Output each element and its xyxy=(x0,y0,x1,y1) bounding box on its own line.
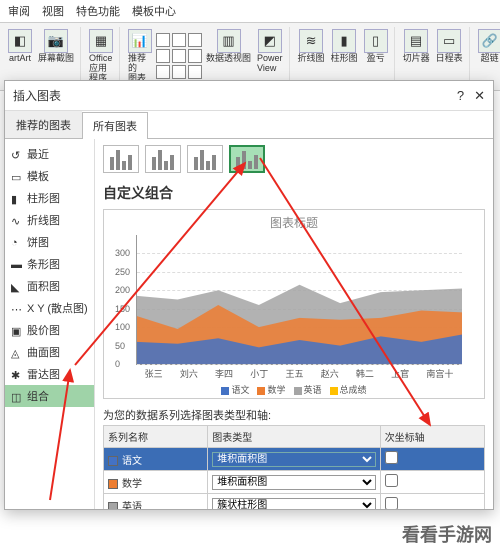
chart-type-icon[interactable] xyxy=(188,33,202,47)
sidebar-item-7[interactable]: ⋯X Y (散点图) xyxy=(5,297,94,319)
series-row-2[interactable]: 英语 簇状柱形图 xyxy=(104,494,485,510)
plot-area: 050100150200250300 xyxy=(136,235,462,365)
sparkline-line-button[interactable]: ≋折线图 xyxy=(296,27,327,66)
link-icon: 🔗 xyxy=(478,29,500,53)
category-icon: ◬ xyxy=(11,347,23,357)
series-row-1[interactable]: 数学 堆积面积图 xyxy=(104,471,485,494)
sidebar-item-8[interactable]: ▣股价图 xyxy=(5,319,94,341)
tab-review[interactable]: 审阅 xyxy=(8,3,30,19)
slicer-button[interactable]: ▤切片器 xyxy=(401,27,432,66)
col-series-name: 系列名称 xyxy=(104,426,208,448)
series-color-swatch xyxy=(108,456,118,466)
category-icon: ◣ xyxy=(11,281,23,291)
category-icon: ◔ xyxy=(11,237,23,247)
secondary-axis-checkbox[interactable] xyxy=(385,451,398,464)
secondary-axis-checkbox[interactable] xyxy=(385,474,398,487)
combo-subtype-0[interactable] xyxy=(103,145,139,173)
category-icon: ▮ xyxy=(11,193,23,203)
apps-icon: ▦ xyxy=(89,29,113,53)
camera-icon: 📷 xyxy=(44,29,68,53)
series-color-swatch xyxy=(108,479,118,489)
powerview-button[interactable]: ◩Power View xyxy=(255,27,285,86)
chart-legend: 语文数学英语总成绩 xyxy=(110,383,478,396)
tab-recommended[interactable]: 推荐的图表 xyxy=(5,111,82,138)
column-icon: ▮ xyxy=(332,29,356,53)
dialog-title: 插入图表 xyxy=(13,87,61,104)
chart-type-icon[interactable] xyxy=(156,65,170,79)
series-color-swatch xyxy=(108,502,118,509)
sidebar-item-1[interactable]: ▭模板 xyxy=(5,165,94,187)
tab-view[interactable]: 视图 xyxy=(42,3,64,19)
sidebar-item-5[interactable]: ▬条形图 xyxy=(5,253,94,275)
tab-templates[interactable]: 模板中心 xyxy=(132,3,176,19)
col-chart-type: 图表类型 xyxy=(208,426,380,448)
sidebar-item-3[interactable]: ∿折线图 xyxy=(5,209,94,231)
close-button[interactable]: ✕ xyxy=(474,88,485,104)
smartart-icon: ◧ xyxy=(8,29,32,53)
sidebar-item-6[interactable]: ◣面积图 xyxy=(5,275,94,297)
combo-subtype-2[interactable] xyxy=(187,145,223,173)
powerview-icon: ◩ xyxy=(258,29,282,53)
series-table: 系列名称 图表类型 次坐标轴 语文 堆积面积图 数学 堆积面积图 英语 簇状柱形… xyxy=(103,425,485,509)
sidebar-item-2[interactable]: ▮柱形图 xyxy=(5,187,94,209)
category-icon: ▣ xyxy=(11,325,23,335)
sidebar-item-9[interactable]: ◬曲面图 xyxy=(5,341,94,363)
chart-type-icon[interactable] xyxy=(156,33,170,47)
office-apps-button[interactable]: ▦Office 应用程序 xyxy=(87,27,115,86)
series-instruction: 为您的数据系列选择图表类型和轴: xyxy=(103,407,485,423)
chart-preview: 图表标题 050100150200250300 张三刘六李四小丁王五赵六韩二上官… xyxy=(103,209,485,399)
series-row-0[interactable]: 语文 堆积面积图 xyxy=(104,448,485,471)
secondary-axis-checkbox[interactable] xyxy=(385,497,398,509)
category-icon: ↺ xyxy=(11,149,23,159)
series-type-select[interactable]: 簇状柱形图 xyxy=(212,498,375,510)
sidebar-item-0[interactable]: ↺最近 xyxy=(5,143,94,165)
insert-chart-dialog: 插入图表 ? ✕ 推荐的图表 所有图表 ↺最近▭模板▮柱形图∿折线图◔饼图▬条形… xyxy=(4,80,494,510)
chart-type-icon[interactable] xyxy=(156,49,170,63)
dialog-tabs: 推荐的图表 所有图表 xyxy=(5,111,493,139)
tab-features[interactable]: 特色功能 xyxy=(76,3,120,19)
series-type-select[interactable]: 堆积面积图 xyxy=(212,475,375,490)
chart-type-icon[interactable] xyxy=(188,49,202,63)
chart-title: 图表标题 xyxy=(110,214,478,231)
category-icon: ▭ xyxy=(11,171,23,181)
chart-type-icon[interactable] xyxy=(172,65,186,79)
category-icon: ◫ xyxy=(11,391,23,401)
category-icon: ✱ xyxy=(11,369,23,379)
line-icon: ≋ xyxy=(299,29,323,53)
hyperlink-button[interactable]: 🔗超链 xyxy=(476,27,500,66)
chart-type-icon[interactable] xyxy=(172,33,186,47)
chart-type-icon[interactable] xyxy=(188,65,202,79)
pivotchart-button[interactable]: ▥数据透视图 xyxy=(204,27,253,86)
category-icon: ⋯ xyxy=(11,303,23,313)
watermark: 看看手游网 xyxy=(402,521,492,547)
slicer-icon: ▤ xyxy=(404,29,428,53)
sparkline-column-button[interactable]: ▮柱形图 xyxy=(329,27,360,66)
sidebar-item-4[interactable]: ◔饼图 xyxy=(5,231,94,253)
sidebar-item-10[interactable]: ✱雷达图 xyxy=(5,363,94,385)
winloss-icon: ▯ xyxy=(364,29,388,53)
x-axis-labels: 张三刘六李四小丁王五赵六韩二上官南宫十 xyxy=(136,367,462,380)
col-secondary-axis: 次坐标轴 xyxy=(380,426,484,448)
chart-icon: 📊 xyxy=(128,29,152,53)
combo-subtype-1[interactable] xyxy=(145,145,181,173)
sidebar-item-11[interactable]: ◫组合 xyxy=(5,385,94,407)
ribbon-tabs: 审阅 视图 特色功能 模板中心 xyxy=(0,0,500,23)
series-type-select[interactable]: 堆积面积图 xyxy=(212,452,375,467)
smartart-button[interactable]: ◧artArt xyxy=(6,27,34,66)
pivot-icon: ▥ xyxy=(217,29,241,53)
chart-type-icon[interactable] xyxy=(172,49,186,63)
recommended-charts-button[interactable]: 📊推荐的 图表 xyxy=(126,27,154,86)
combo-subtype-3[interactable] xyxy=(229,145,265,173)
screenshot-button[interactable]: 📷屏幕截图 xyxy=(36,27,76,66)
help-button[interactable]: ? xyxy=(457,88,464,104)
chart-category-sidebar: ↺最近▭模板▮柱形图∿折线图◔饼图▬条形图◣面积图⋯X Y (散点图)▣股价图◬… xyxy=(5,139,95,509)
timeline-icon: ▭ xyxy=(437,29,461,53)
timeline-button[interactable]: ▭日程表 xyxy=(434,27,465,66)
sparkline-winloss-button[interactable]: ▯盈亏 xyxy=(362,27,390,66)
custom-combo-title: 自定义组合 xyxy=(103,183,485,203)
category-icon: ▬ xyxy=(11,259,23,269)
tab-all-charts[interactable]: 所有图表 xyxy=(82,112,148,139)
combo-subtype-row xyxy=(103,145,485,173)
category-icon: ∿ xyxy=(11,215,23,225)
